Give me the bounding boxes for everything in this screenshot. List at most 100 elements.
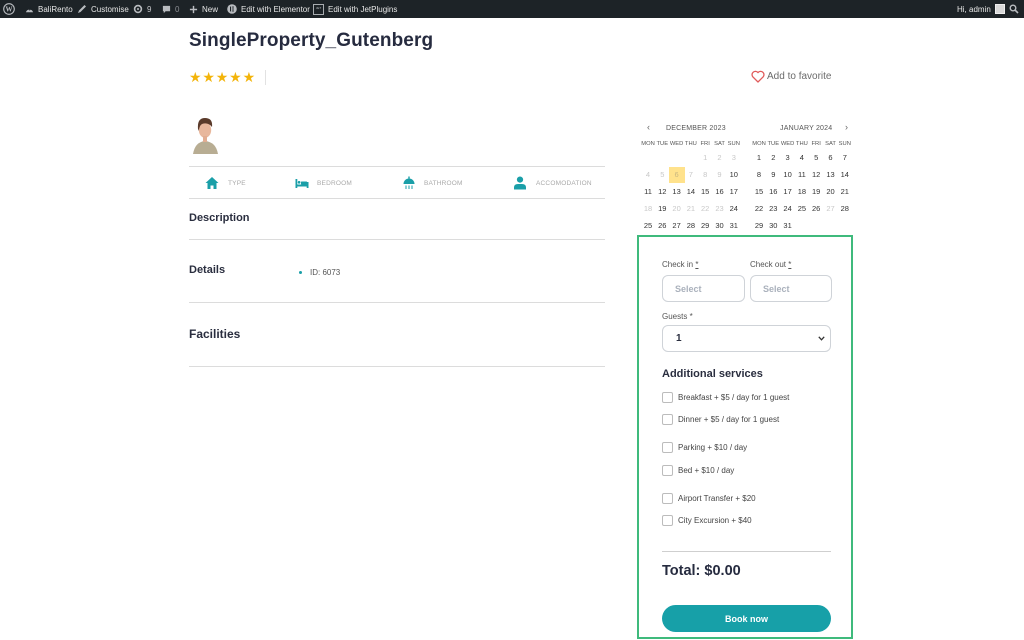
- weekday-label: WED: [780, 141, 795, 147]
- weekday-label: THU: [795, 141, 808, 147]
- star-icon: ★: [189, 69, 202, 85]
- comment-icon: [162, 5, 171, 13]
- service-label: Bed + $10 / day: [678, 466, 735, 475]
- calendar-day[interactable]: 14: [837, 167, 853, 183]
- site-name-link[interactable]: BaliRento: [25, 0, 73, 18]
- calendar-day[interactable]: 17: [726, 184, 742, 200]
- edit-with-elementor-link[interactable]: Edit with Elementor: [227, 0, 310, 18]
- detail-item-id: ID: 6073: [310, 268, 341, 277]
- wordpress-logo-icon: W: [3, 3, 15, 15]
- service-option[interactable]: Parking + $10 / day: [662, 442, 747, 453]
- new-content-link[interactable]: New: [189, 0, 218, 18]
- service-checkbox[interactable]: [662, 392, 673, 403]
- guests-value: 1: [676, 333, 682, 344]
- customise-link[interactable]: Customise: [77, 0, 129, 18]
- calendar-day[interactable]: 28: [837, 201, 853, 217]
- service-checkbox[interactable]: [662, 515, 673, 526]
- facilities-heading[interactable]: Facilities: [189, 327, 240, 341]
- bed-icon: [295, 179, 309, 188]
- heart-icon: [751, 70, 765, 83]
- check-in-input[interactable]: Select: [662, 275, 745, 302]
- divider: [662, 551, 831, 552]
- details-heading[interactable]: Details: [189, 264, 225, 276]
- calendar-day[interactable]: 21: [837, 184, 853, 200]
- pencil-icon: [78, 5, 86, 13]
- calendar-day[interactable]: 31: [726, 218, 742, 234]
- service-option[interactable]: Dinner + $5 / day for 1 guest: [662, 414, 779, 425]
- edit-with-jetplugins-link[interactable]: JET Edit with JetPlugins: [313, 0, 397, 18]
- add-to-favorite-button[interactable]: Add to favorite: [751, 70, 831, 83]
- book-now-button[interactable]: Book now: [662, 605, 831, 632]
- search-button[interactable]: [1009, 0, 1019, 18]
- check-out-input[interactable]: Select: [750, 275, 832, 302]
- greeting: Hi, admin: [957, 4, 991, 14]
- service-option[interactable]: Breakfast + $5 / day for 1 guest: [662, 392, 789, 403]
- guests-label: Guests *: [662, 312, 693, 321]
- divider: [189, 302, 605, 303]
- weekday-label: SUN: [838, 141, 851, 147]
- check-in-placeholder: Select: [675, 283, 702, 294]
- star-icon: ★: [229, 69, 242, 85]
- description-heading[interactable]: Description: [189, 212, 250, 224]
- service-checkbox[interactable]: [662, 442, 673, 453]
- guests-select[interactable]: 1: [662, 325, 831, 352]
- rating-divider: [265, 70, 266, 85]
- total-price: Total: $0.00: [662, 563, 741, 579]
- weekday-label: SUN: [727, 141, 740, 147]
- updates-icon: [133, 4, 143, 14]
- service-option[interactable]: Airport Transfer + $20: [662, 493, 756, 504]
- plus-icon: [189, 5, 198, 13]
- customise-label: Customise: [91, 4, 129, 14]
- svg-text:W: W: [6, 6, 13, 14]
- weekday-label: WED: [669, 141, 684, 147]
- calendar-prev-button[interactable]: ‹: [647, 122, 650, 132]
- required-mark: *: [695, 260, 699, 269]
- calendar-day[interactable]: 7: [837, 150, 853, 166]
- star-icon: ★: [215, 69, 229, 85]
- service-option[interactable]: Bed + $10 / day: [662, 465, 734, 476]
- updates-link[interactable]: 9: [133, 0, 151, 18]
- calendar-next-button[interactable]: ›: [845, 122, 848, 132]
- star-icon: ★: [202, 69, 215, 85]
- weekday-label: MON: [752, 141, 766, 147]
- service-label: Dinner + $5 / day for 1 guest: [678, 415, 780, 424]
- rating-stars: ★ ★ ★ ★ ★: [189, 68, 256, 86]
- search-icon: [1009, 4, 1019, 14]
- divider: [189, 239, 605, 240]
- elementor-icon: [227, 4, 237, 14]
- additional-services-heading: Additional services: [662, 368, 763, 380]
- home-icon: [205, 177, 219, 189]
- calendar-month-title: DECEMBER 2023: [666, 125, 726, 132]
- comments-link[interactable]: 0: [162, 0, 179, 18]
- service-option[interactable]: City Excursion + $40: [662, 515, 752, 526]
- divider: [189, 166, 605, 167]
- weekday-label: MON: [641, 141, 655, 147]
- site-name: BaliRento: [38, 4, 73, 14]
- calendar-day[interactable]: 24: [726, 201, 742, 217]
- admin-avatar: [994, 4, 1005, 14]
- feature-bathroom-label: BATHROOM: [424, 180, 463, 187]
- weekday-label: SAT: [825, 141, 836, 147]
- agent-avatar[interactable]: [191, 114, 220, 154]
- wordpress-menu-button[interactable]: W: [3, 0, 15, 18]
- service-checkbox[interactable]: [662, 414, 673, 425]
- star-icon: ★: [242, 69, 256, 85]
- bullet-icon: [299, 271, 302, 274]
- weekday-label: TUE: [656, 141, 669, 147]
- service-checkbox[interactable]: [662, 493, 673, 504]
- service-checkbox[interactable]: [662, 465, 673, 476]
- service-label: Parking + $10 / day: [678, 443, 748, 452]
- check-out-label: Check out *: [750, 260, 792, 269]
- admin-bar: W BaliRento Customise 9 0 New Edit with …: [0, 0, 1024, 18]
- check-out-placeholder: Select: [763, 283, 790, 294]
- calendar-day: 3: [731, 153, 736, 162]
- account-menu[interactable]: Hi, admin: [957, 0, 1005, 18]
- weekday-label: SAT: [714, 141, 725, 147]
- calendar-day[interactable]: 31: [780, 218, 796, 234]
- calendar-day[interactable]: 10: [726, 167, 742, 183]
- weekday-label: THU: [684, 141, 697, 147]
- favorite-label: Add to favorite: [767, 71, 832, 82]
- new-label: New: [202, 4, 219, 14]
- property-title: SingleProperty_Gutenberg: [189, 30, 434, 51]
- required-mark: *: [788, 260, 792, 269]
